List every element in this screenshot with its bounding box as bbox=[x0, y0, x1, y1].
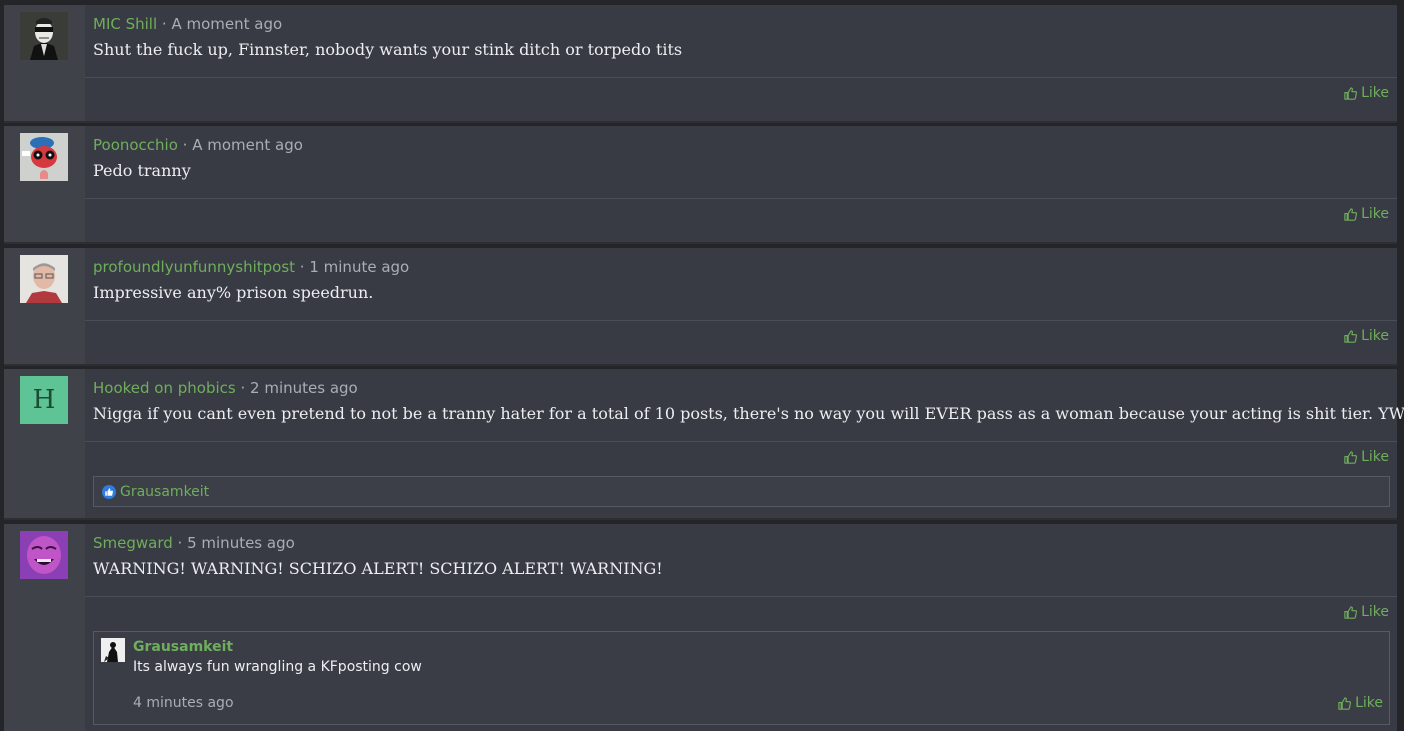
comment-gutter bbox=[4, 248, 85, 364]
like-button[interactable]: Like bbox=[1343, 604, 1389, 620]
comment-meta: Hooked on phobics · 2 minutes ago bbox=[93, 379, 358, 397]
comment-main: Hooked on phobics · 2 minutes ago Nigga … bbox=[85, 369, 1404, 518]
like-button[interactable]: Like bbox=[1343, 85, 1389, 101]
avatar[interactable] bbox=[20, 531, 68, 579]
comment-gutter bbox=[4, 5, 85, 121]
like-label: Like bbox=[1361, 328, 1389, 344]
comment-main: MIC Shill · A moment ago Shut the fuck u… bbox=[85, 5, 1397, 121]
timestamp[interactable]: 1 minute ago bbox=[309, 258, 409, 276]
username-link[interactable]: Smegward bbox=[93, 534, 173, 552]
reactions-bar[interactable]: Grausamkeit bbox=[93, 476, 1390, 507]
reply-comment: Grausamkeit Its always fun wrangling a K… bbox=[93, 631, 1390, 725]
comment-gutter bbox=[4, 126, 85, 242]
comment: MIC Shill · A moment ago Shut the fuck u… bbox=[4, 5, 1397, 123]
like-label: Like bbox=[1361, 85, 1389, 101]
comment-feed: MIC Shill · A moment ago Shut the fuck u… bbox=[0, 0, 1404, 731]
comment-main: Smegward · 5 minutes ago WARNING! WARNIN… bbox=[85, 524, 1397, 731]
like-button[interactable]: Like bbox=[1343, 328, 1389, 344]
comment: H Hooked on phobics · 2 minutes ago Nigg… bbox=[4, 369, 1404, 520]
comment: Smegward · 5 minutes ago WARNING! WARNIN… bbox=[4, 524, 1397, 731]
liked-by-user[interactable]: Grausamkeit bbox=[120, 484, 209, 500]
thumbs-up-icon bbox=[1344, 605, 1358, 619]
like-label: Like bbox=[1361, 449, 1389, 465]
comment-meta: profoundlyunfunnyshitpost · 1 minute ago bbox=[93, 258, 409, 276]
reply-username-link[interactable]: Grausamkeit bbox=[133, 639, 233, 655]
comment-main: profoundlyunfunnyshitpost · 1 minute ago… bbox=[85, 248, 1397, 364]
like-button[interactable]: Like bbox=[1343, 449, 1389, 465]
comment-actions: Like bbox=[85, 77, 1397, 118]
comment-actions: Like bbox=[85, 198, 1397, 239]
meta-separator: · bbox=[295, 258, 310, 276]
like-button[interactable]: Like bbox=[1343, 206, 1389, 222]
comment-actions: Like bbox=[85, 320, 1397, 361]
like-label: Like bbox=[1355, 695, 1383, 711]
thumbs-up-icon bbox=[1338, 696, 1352, 710]
thumbs-up-icon bbox=[1344, 207, 1358, 221]
reply-body: Its always fun wrangling a KFposting cow bbox=[133, 659, 422, 675]
avatar[interactable]: H bbox=[20, 376, 68, 424]
comment: profoundlyunfunnyshitpost · 1 minute ago… bbox=[4, 248, 1397, 366]
comment-meta: Smegward · 5 minutes ago bbox=[93, 534, 295, 552]
thumbs-up-icon bbox=[1344, 329, 1358, 343]
comment-body: WARNING! WARNING! SCHIZO ALERT! SCHIZO A… bbox=[93, 559, 663, 578]
meta-separator: · bbox=[177, 136, 193, 154]
timestamp[interactable]: A moment ago bbox=[192, 136, 303, 154]
timestamp[interactable]: 5 minutes ago bbox=[187, 534, 295, 552]
timestamp[interactable]: 2 minutes ago bbox=[250, 379, 358, 397]
comment-gutter bbox=[4, 524, 85, 731]
thumbs-up-icon bbox=[1344, 86, 1358, 100]
timestamp[interactable]: A moment ago bbox=[171, 15, 282, 33]
username-link[interactable]: Hooked on phobics bbox=[93, 379, 236, 397]
comment-body: Shut the fuck up, Finnster, nobody wants… bbox=[93, 40, 683, 59]
comment-body: Pedo tranny bbox=[93, 161, 191, 180]
meta-separator: · bbox=[235, 379, 251, 397]
username-link[interactable]: MIC Shill bbox=[93, 15, 157, 33]
comment-main: Poonocchio · A moment ago Pedo tranny Li… bbox=[85, 126, 1397, 242]
comment-gutter: H bbox=[4, 369, 85, 518]
meta-separator: · bbox=[157, 15, 172, 33]
comment: Poonocchio · A moment ago Pedo tranny Li… bbox=[4, 126, 1397, 244]
comment-body: Nigga if you cant even pretend to not be… bbox=[93, 404, 1404, 423]
username-link[interactable]: profoundlyunfunnyshitpost bbox=[93, 258, 295, 276]
username-link[interactable]: Poonocchio bbox=[93, 136, 178, 154]
avatar[interactable] bbox=[20, 133, 68, 181]
comment-body: Impressive any% prison speedrun. bbox=[93, 283, 374, 302]
comment-meta: Poonocchio · A moment ago bbox=[93, 136, 303, 154]
reply-avatar[interactable] bbox=[101, 638, 125, 662]
thumbs-up-icon bbox=[1344, 450, 1358, 464]
like-label: Like bbox=[1361, 604, 1389, 620]
like-reaction-icon bbox=[102, 484, 116, 499]
comment-meta: MIC Shill · A moment ago bbox=[93, 15, 282, 33]
avatar[interactable] bbox=[20, 12, 68, 60]
avatar[interactable] bbox=[20, 255, 68, 303]
meta-separator: · bbox=[172, 534, 188, 552]
reply-like-button[interactable]: Like bbox=[1337, 695, 1383, 711]
reply-timestamp[interactable]: 4 minutes ago bbox=[133, 695, 234, 711]
like-label: Like bbox=[1361, 206, 1389, 222]
